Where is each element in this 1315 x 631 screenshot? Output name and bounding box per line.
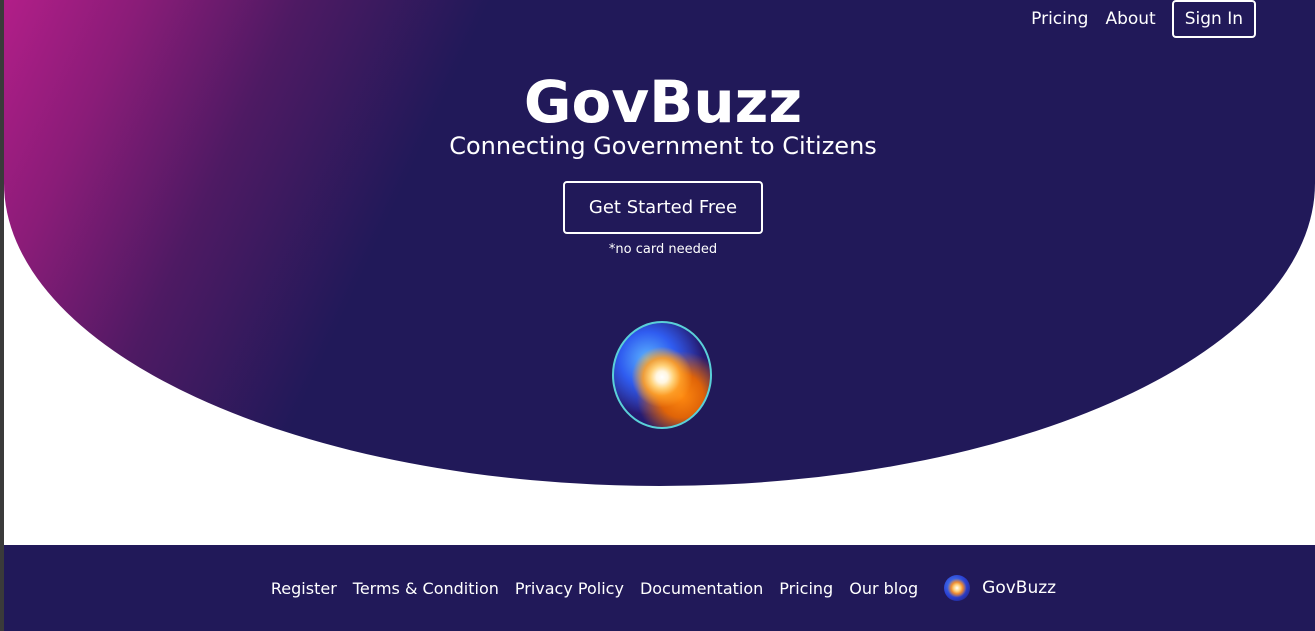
footer-brand-name: GovBuzz	[982, 578, 1057, 598]
footer-link-documentation[interactable]: Documentation	[640, 579, 763, 598]
get-started-button[interactable]: Get Started Free	[563, 181, 763, 234]
logo-orb-image	[612, 321, 712, 429]
sign-in-button[interactable]: Sign In	[1171, 0, 1256, 38]
page-title: GovBuzz	[523, 68, 803, 136]
footer-link-blog[interactable]: Our blog	[849, 579, 918, 598]
nav-pricing-link[interactable]: Pricing	[1031, 9, 1088, 29]
footer-links: Register Terms & Condition Privacy Polic…	[4, 545, 1315, 631]
footer-logo-icon	[944, 575, 971, 601]
no-card-note: *no card needed	[608, 242, 718, 257]
footer-link-privacy[interactable]: Privacy Policy	[515, 579, 624, 598]
footer-link-pricing[interactable]: Pricing	[779, 579, 833, 598]
footer-brand[interactable]: GovBuzz	[944, 575, 1056, 601]
top-nav: Pricing About Sign In	[1014, 0, 1256, 38]
footer: Register Terms & Condition Privacy Polic…	[4, 545, 1315, 631]
tagline: Connecting Government to Citizens	[449, 132, 877, 160]
nav-about-link[interactable]: About	[1105, 9, 1155, 29]
footer-link-terms[interactable]: Terms & Condition	[353, 579, 499, 598]
footer-link-register[interactable]: Register	[271, 579, 337, 598]
